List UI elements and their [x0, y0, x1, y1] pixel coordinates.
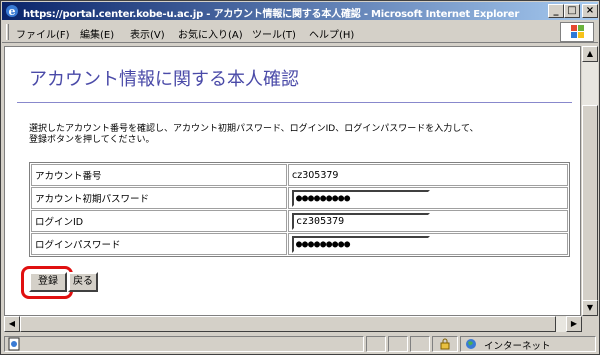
status-text-cell: [4, 336, 364, 352]
back-button[interactable]: 戻る: [68, 272, 98, 292]
minimize-button[interactable]: _: [548, 4, 564, 18]
menu-file[interactable]: ファイル(F): [16, 26, 70, 41]
menu-help[interactable]: ヘルプ(H): [309, 26, 354, 41]
status-cell: [388, 336, 408, 352]
menu-view[interactable]: 表示(V): [130, 26, 165, 41]
login-id-field[interactable]: cz305379: [292, 212, 430, 230]
windows-logo-icon: [560, 22, 594, 42]
zone-label: インターネット: [484, 341, 551, 352]
account-number-label: アカウント番号: [31, 164, 287, 186]
heading-box: アカウント情報に関する本人確認: [17, 65, 572, 103]
toolbar-grip[interactable]: [6, 24, 9, 40]
ie-logo-icon: e: [6, 5, 18, 18]
instructions-text: 選択したアカウント番号を確認し、アカウント初期パスワード、ログインID、ログイン…: [29, 124, 569, 146]
instructions-line-2: 登録ボタンを押してください。: [29, 135, 155, 145]
horizontal-scrollbar[interactable]: ◀ ▶: [4, 316, 582, 332]
scroll-left-button[interactable]: ◀: [4, 316, 20, 332]
status-cell: [366, 336, 386, 352]
scroll-right-button[interactable]: ▶: [566, 316, 582, 332]
table-row: ログインID cz305379: [31, 210, 568, 232]
window-title: https://portal.center.kobe-u.ac.jp - アカウ…: [23, 9, 520, 20]
table-row: ログインパスワード ●●●●●●●●●: [31, 233, 568, 255]
scroll-down-button[interactable]: ▼: [582, 300, 598, 316]
table-row: アカウント番号 cz305379: [31, 164, 568, 186]
globe-icon: [466, 339, 476, 349]
login-id-label: ログインID: [31, 210, 287, 232]
initial-password-label: アカウント初期パスワード: [31, 187, 287, 209]
close-button[interactable]: ×: [582, 4, 598, 18]
menu-tools[interactable]: ツール(T): [252, 26, 296, 41]
maximize-button[interactable]: □: [564, 4, 580, 18]
page-icon: [8, 337, 20, 351]
page-heading: アカウント情報に関する本人確認: [29, 69, 299, 90]
scroll-up-button[interactable]: ▲: [582, 46, 598, 62]
lock-icon: [440, 338, 450, 350]
table-row: アカウント初期パスワード ●●●●●●●●●: [31, 187, 568, 209]
instructions-line-1: 選択したアカウント番号を確認し、アカウント初期パスワード、ログインID、ログイン…: [29, 124, 479, 134]
status-cell: [410, 336, 430, 352]
ie-window: e https://portal.center.kobe-u.ac.jp - ア…: [0, 0, 600, 355]
menu-bar: ファイル(F) 編集(E) 表示(V) お気に入り(A) ツール(T) ヘルプ(…: [2, 21, 598, 43]
account-number-value: cz305379: [288, 164, 568, 186]
menu-favorites[interactable]: お気に入り(A): [178, 26, 243, 41]
vertical-scroll-thumb[interactable]: [582, 105, 598, 303]
horizontal-scroll-thumb[interactable]: [20, 316, 556, 332]
initial-password-field[interactable]: ●●●●●●●●●: [292, 189, 430, 207]
page-content: アカウント情報に関する本人確認 選択したアカウント番号を確認し、アカウント初期パ…: [4, 46, 581, 316]
title-bar[interactable]: e https://portal.center.kobe-u.ac.jp - ア…: [2, 2, 598, 20]
register-button[interactable]: 登録: [29, 272, 67, 292]
vertical-scrollbar[interactable]: ▲ ▼: [582, 46, 598, 316]
account-form-table: アカウント番号 cz305379 アカウント初期パスワード ●●●●●●●●● …: [29, 162, 570, 257]
login-password-label: ログインパスワード: [31, 233, 287, 255]
svg-text:e: e: [9, 5, 16, 18]
login-password-field[interactable]: ●●●●●●●●●: [292, 235, 430, 253]
ssl-lock-cell: [432, 336, 458, 352]
menu-edit[interactable]: 編集(E): [80, 26, 114, 41]
status-bar: インターネット: [2, 334, 598, 354]
